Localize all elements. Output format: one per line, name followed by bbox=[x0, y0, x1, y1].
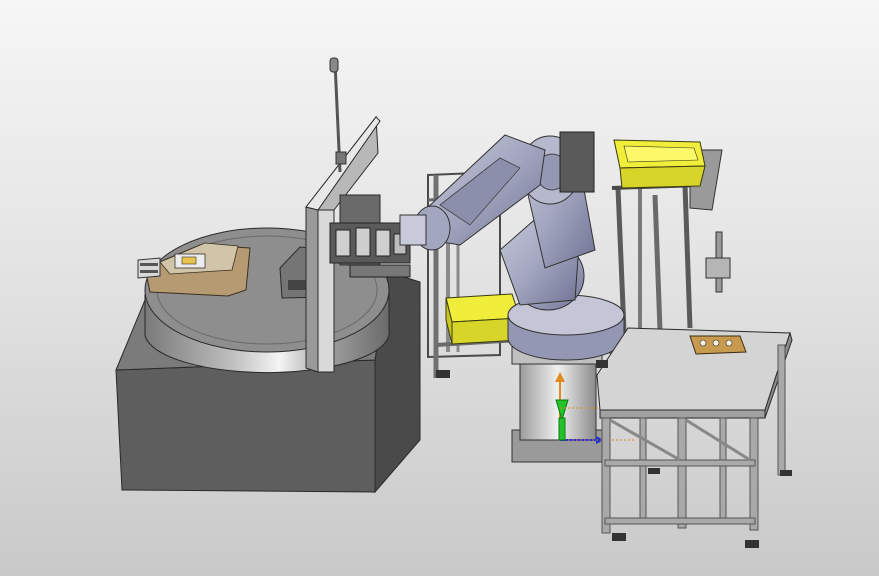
robot-wrist bbox=[399, 214, 427, 246]
right-bin[interactable] bbox=[613, 139, 706, 189]
frame-foot bbox=[596, 360, 608, 368]
rotary-table-base-front bbox=[115, 359, 376, 493]
part-tray[interactable] bbox=[689, 335, 747, 355]
sensor-post bbox=[705, 231, 731, 293]
robot-motor bbox=[559, 131, 595, 193]
table-feet bbox=[612, 468, 792, 548]
sensor-mast bbox=[329, 57, 347, 173]
rotary-table[interactable] bbox=[115, 57, 421, 494]
cad-scene[interactable] bbox=[0, 0, 879, 576]
3d-viewport[interactable] bbox=[0, 0, 879, 576]
work-table[interactable] bbox=[596, 327, 793, 548]
fixture-plate[interactable] bbox=[137, 242, 251, 297]
